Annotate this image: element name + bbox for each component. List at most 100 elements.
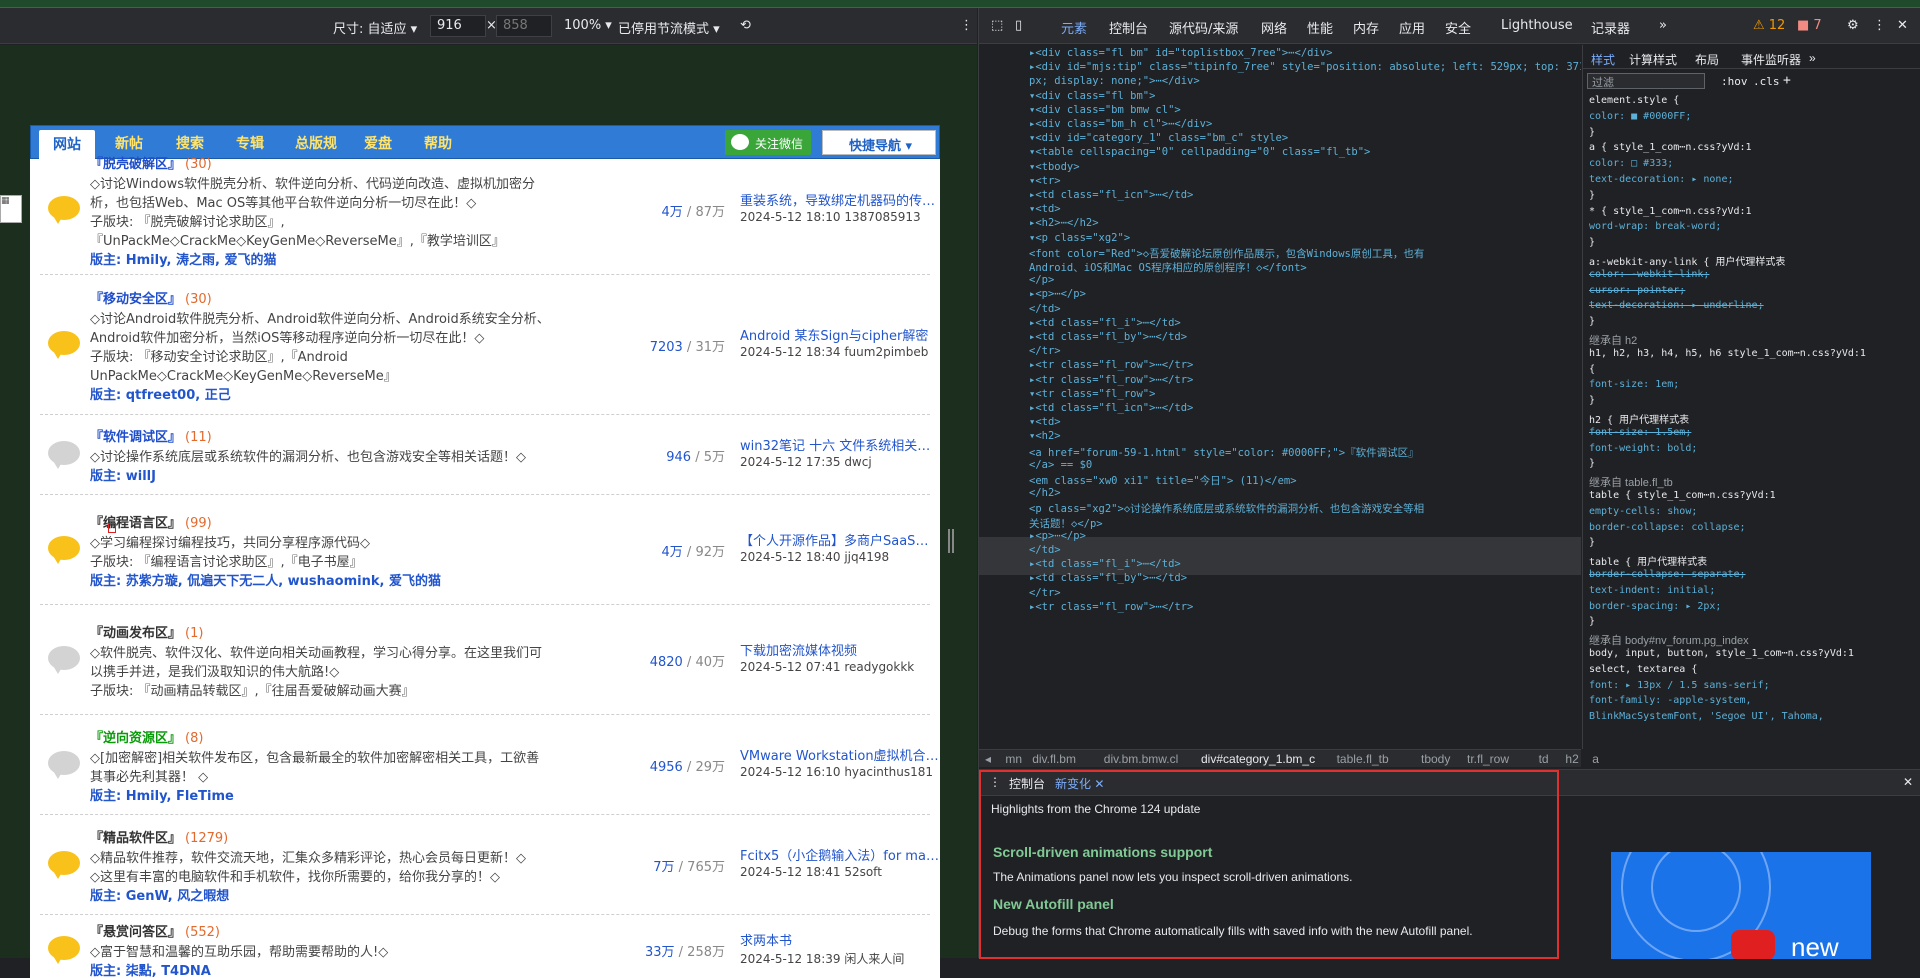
last-post-link[interactable]: Android 某东Sign与cipher解密 — [740, 325, 940, 344]
settings-gear-icon[interactable]: ⚙ — [1847, 18, 1859, 33]
last-post-meta[interactable]: 2024-5-12 18:41 52soft — [740, 865, 882, 879]
style-rule-line[interactable]: 继承自 body#nv_forum.pg_index — [1589, 632, 1749, 648]
dom-node-line[interactable]: <font color="Red">◇吾爱破解论坛原创作品展示，包含Window… — [1029, 246, 1424, 261]
dom-node-line[interactable]: ▾<table cellspacing="0" cellpadding="0" … — [1029, 146, 1370, 158]
style-rule-line[interactable]: select, textarea { — [1589, 664, 1697, 675]
devtools-menu-icon[interactable]: ⋮ — [1873, 18, 1886, 33]
breadcrumb-item[interactable]: div#category_1.bm_c — [1201, 752, 1315, 766]
tab-security[interactable]: 安全 — [1445, 18, 1471, 37]
dom-node-line[interactable]: ▾<h2> — [1029, 430, 1061, 442]
style-rule-line[interactable]: text-decoration: ▸ underline; — [1589, 300, 1764, 311]
subforums-line[interactable]: 子版块: 『编程语言讨论求助区』,『电子书屋』 — [90, 551, 550, 570]
style-rule-line[interactable]: font-size: 1.5em; — [1589, 427, 1691, 438]
whats-new-promo-video[interactable]: new — [1611, 852, 1871, 959]
subforums-line[interactable]: 子版块: 『脱壳破解讨论求助区』, — [90, 211, 550, 230]
style-rule-line[interactable]: element.style { — [1589, 95, 1679, 106]
style-rule-line[interactable]: font-size: 1em; — [1589, 379, 1679, 390]
dom-node-line[interactable]: ▾<tbody> — [1029, 161, 1080, 173]
tab-network[interactable]: 网络 — [1261, 18, 1287, 37]
warnings-count[interactable]: ⚠ 12 — [1753, 18, 1785, 33]
style-rule-line[interactable]: table { style_1_com⋯n.css?yVd:1 — [1589, 490, 1776, 501]
tab-application[interactable]: 应用 — [1399, 18, 1425, 37]
styles-filter-input[interactable]: 过滤 — [1587, 73, 1705, 89]
dom-node-line[interactable]: ▸<p>⋯</p> — [1029, 530, 1086, 542]
style-rule-line[interactable]: font-family: -apple-system, — [1589, 695, 1752, 706]
breadcrumb-item[interactable]: table.fl_tb — [1337, 752, 1389, 766]
dom-node-line[interactable]: ▸<td class="fl_icn">⋯</td> — [1029, 189, 1193, 201]
forum-title[interactable]: 『动画发布区』 — [90, 626, 181, 641]
tab-lighthouse[interactable]: Lighthouse — [1501, 18, 1573, 33]
style-rule-line[interactable]: border-collapse: collapse; — [1589, 522, 1746, 533]
more-options-icon[interactable]: ⋮ — [960, 18, 973, 33]
style-rule-line[interactable]: table { 用户代理样式表 — [1589, 553, 1707, 568]
dom-node-line[interactable]: </td> — [1029, 303, 1061, 315]
tab-elements[interactable]: 元素 — [1061, 18, 1087, 37]
dom-node-line[interactable]: ▸<div id="mjs:tip" class="tipinfo_7ree" … — [1029, 61, 1581, 73]
size-dropdown[interactable]: 尺寸: 自适应 ▾ — [333, 18, 417, 37]
tab-performance[interactable]: 性能 — [1307, 18, 1333, 37]
last-post-meta[interactable]: 2024-5-12 18:40 jjq4198 — [740, 550, 889, 564]
add-rule-icon[interactable]: + — [1783, 73, 1791, 88]
forum-title[interactable]: 『精品软件区』 — [90, 831, 181, 846]
style-rule-line[interactable]: BlinkMacSystemFont, 'Segoe UI', Tahoma, — [1589, 711, 1824, 722]
style-rule-line[interactable]: } — [1589, 190, 1595, 201]
dom-node-line[interactable]: ▸<p>⋯</p> — [1029, 288, 1086, 300]
style-rule-line[interactable]: color: □ #333; — [1589, 158, 1673, 169]
forum-title-link[interactable]: 『动画发布区』 (1) — [90, 622, 203, 641]
style-rule-line[interactable]: { — [1589, 364, 1595, 375]
more-tabs-icon[interactable]: » — [1659, 18, 1667, 33]
drawer-menu-icon[interactable]: ⋮ — [989, 775, 1001, 789]
breadcrumb-item[interactable]: tr.fl_row — [1467, 752, 1509, 766]
dom-node-line[interactable]: <a href="forum-59-1.html" style="color: … — [1029, 445, 1419, 460]
dom-node-line[interactable]: ▸<td class="fl_i">⋯</td> — [1029, 317, 1181, 329]
subforums-line[interactable]: 子版块: 『动画精品转载区』,『往届吾爱破解动画大赛』 — [90, 680, 550, 699]
moderators-line[interactable]: 版主: willJ — [90, 465, 550, 484]
last-post-meta[interactable]: 2024-5-12 18:10 1387085913 — [740, 210, 921, 224]
forum-title-link[interactable]: 『精品软件区』 (1279) — [90, 827, 228, 846]
inspect-element-icon[interactable]: ⬚ — [991, 18, 1003, 33]
dom-node-line[interactable]: </h2> — [1029, 487, 1061, 499]
dom-node-line[interactable]: ▾<p class="xg2"> — [1029, 232, 1130, 244]
style-rule-line[interactable]: 继承自 table.fl_tb — [1589, 474, 1673, 490]
dom-node-line[interactable]: ▾<tr> — [1029, 175, 1061, 187]
forum-title-link[interactable]: 『逆向资源区』 (8) — [90, 727, 203, 746]
more-style-tabs-icon[interactable]: » — [1809, 51, 1816, 65]
forum-title[interactable]: 『移动安全区』 — [90, 292, 181, 307]
dom-node-line[interactable]: ▸<h2>⋯</h2> — [1029, 217, 1099, 229]
tab-console[interactable]: 控制台 — [1109, 18, 1148, 37]
dom-node-line[interactable]: 关话题！◇</p> — [1029, 516, 1103, 531]
style-rule-line[interactable]: a:-webkit-any-link { 用户代理样式表 — [1589, 253, 1785, 268]
breadcrumb-item[interactable]: tbody — [1421, 752, 1450, 766]
style-rule-line[interactable]: h2 { 用户代理样式表 — [1589, 411, 1689, 426]
dom-node-line[interactable]: </td> — [1029, 544, 1061, 556]
dom-node-line[interactable]: Android、iOS和Mac OS程序相应的原创程序！◇</font> — [1029, 260, 1307, 275]
style-rule-line[interactable]: 继承自 h2 — [1589, 332, 1637, 348]
style-rule-line[interactable]: text-decoration: ▸ none; — [1589, 174, 1734, 185]
forum-title-link[interactable]: 『悬赏问答区』 (552) — [90, 921, 220, 940]
subforums-line[interactable]: 子版块: 『移动安全讨论求助区』,『Android — [90, 346, 550, 365]
last-post-link[interactable]: 【个人开源作品】多商户SaaS版扫 ... — [740, 530, 940, 549]
forum-title[interactable]: 『脱壳破解区』 — [90, 157, 181, 172]
style-rule-line[interactable]: text-indent: initial; — [1589, 585, 1715, 596]
device-toggle-icon[interactable]: ▯ — [1015, 18, 1022, 33]
dom-node-line[interactable]: <em class="xw0 xi1" title="今日"> (11)</em… — [1029, 473, 1297, 488]
breadcrumb-item[interactable]: mn — [1005, 752, 1022, 766]
drawer-tab-whats-new[interactable]: 新变化 ✕ — [1055, 775, 1104, 792]
breadcrumb-item[interactable]: div.bm.bmw.cl — [1104, 752, 1178, 766]
dom-node-line[interactable]: <p class="xg2">◇讨论操作系统底层或系统软件的漏洞分析、也包含游戏… — [1029, 501, 1424, 516]
tab-recorder[interactable]: 记录器 — [1591, 18, 1630, 37]
width-input[interactable]: 916 — [430, 15, 486, 37]
breadcrumb-item[interactable]: div.fl.bm — [1032, 752, 1076, 766]
last-post-meta[interactable]: 2024-5-12 18:39 闲人来人间 — [740, 950, 904, 967]
computed-tab[interactable]: 计算样式 — [1629, 51, 1677, 68]
feature-heading-1[interactable]: Scroll-driven animations support — [993, 844, 1212, 860]
style-rule-line[interactable]: font: ▸ 13px / 1.5 sans-serif; — [1589, 680, 1770, 691]
zoom-dropdown[interactable]: 100% ▾ — [564, 18, 612, 33]
dom-node-line[interactable]: ▾<div class="fl bm"> — [1029, 90, 1155, 102]
dom-node-line[interactable]: ▸<div class="bm_h cl">⋯</div> — [1029, 118, 1212, 130]
moderators-line[interactable]: 版主: 苏紫方璇, 侃遍天下无二人, wushaomink, 爱飞的猫 — [90, 570, 550, 589]
style-rule-line[interactable]: } — [1589, 237, 1595, 248]
style-rule-line[interactable]: body, input, button, style_1_com⋯n.css?y… — [1589, 648, 1854, 659]
style-rule-line[interactable]: } — [1589, 395, 1595, 406]
moderators-line[interactable]: 版主: 柒點, T4DNA — [90, 960, 550, 978]
